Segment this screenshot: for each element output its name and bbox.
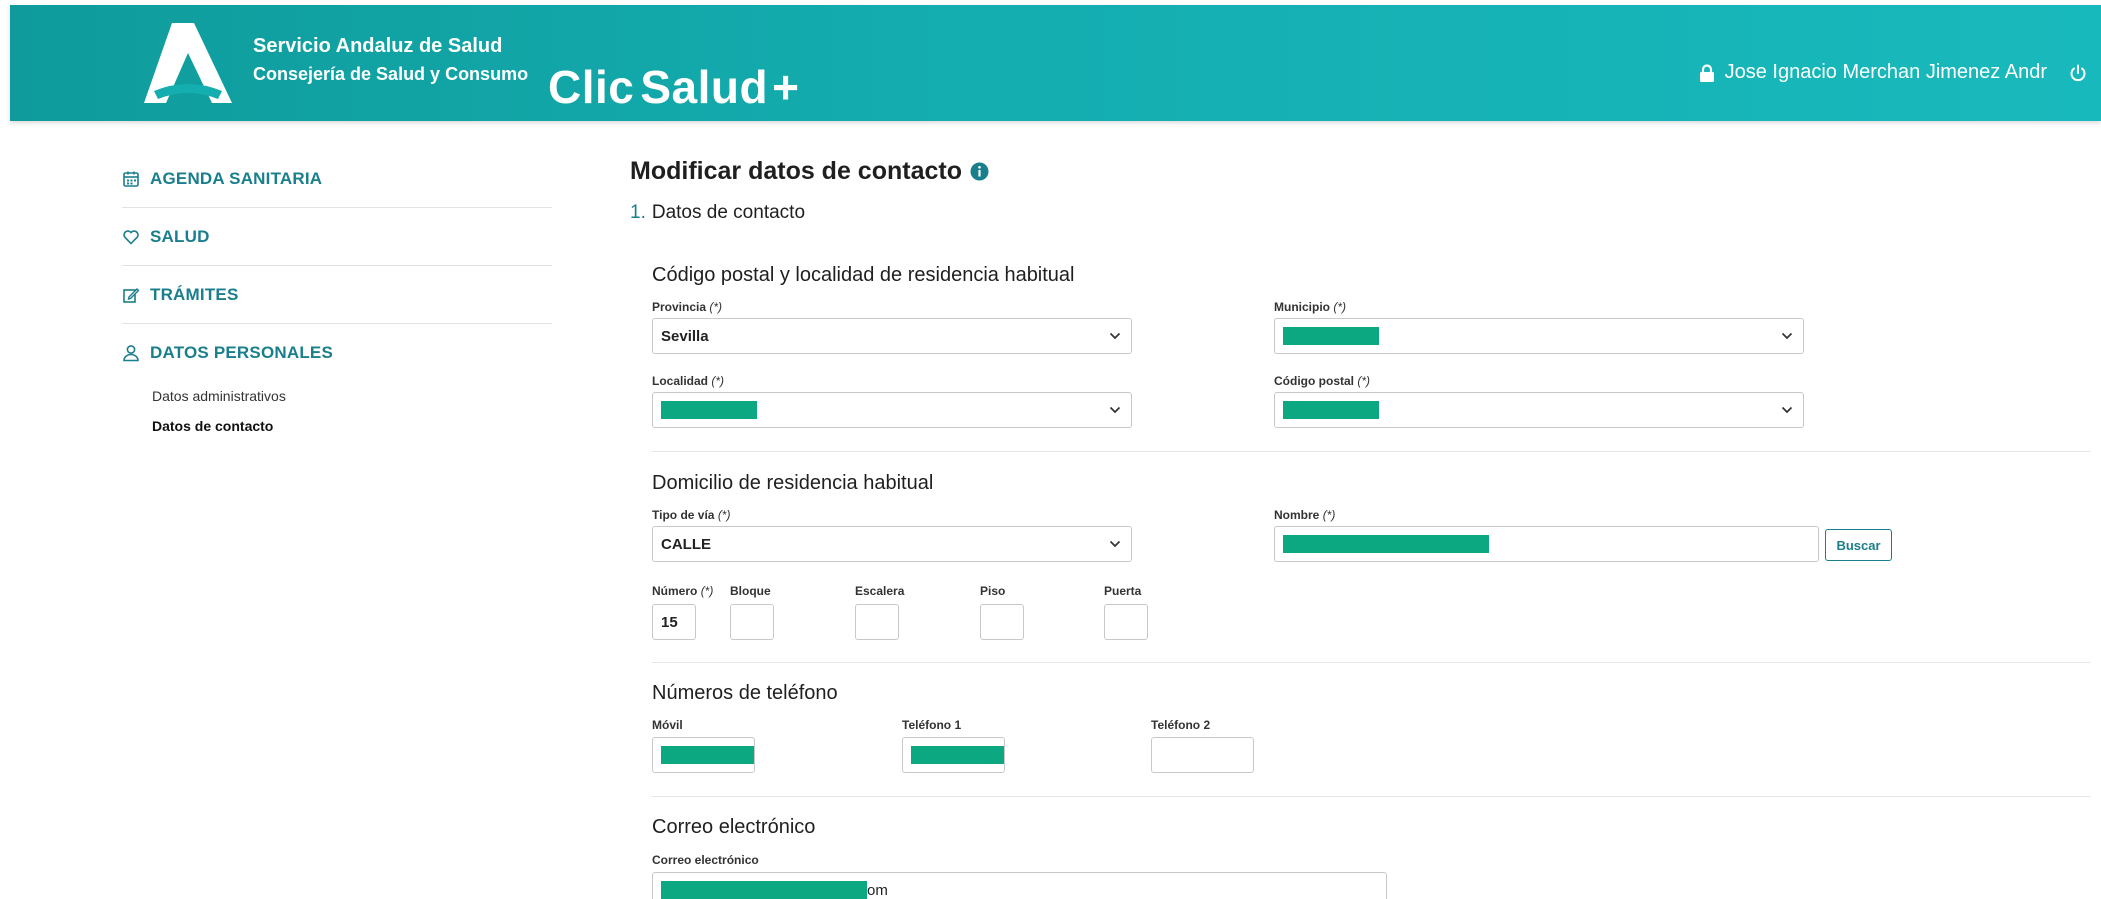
piso-label: Piso xyxy=(980,584,1006,598)
section-divider xyxy=(652,796,2090,797)
municipio-label: Municipio (*) xyxy=(1274,300,1347,314)
user-name[interactable]: Jose Ignacio Merchan Jimenez Andr xyxy=(1725,61,2047,84)
localidad-select[interactable] xyxy=(652,392,1132,428)
municipio-select[interactable] xyxy=(1274,318,1804,354)
movil-label: Móvil xyxy=(652,718,683,732)
clicsalud-brand[interactable]: Clic Salud+ xyxy=(548,60,800,114)
email-input[interactable]: om xyxy=(652,872,1387,899)
step-indicator: 1. Datos de contacto xyxy=(630,198,2090,228)
sidebar: AGENDA SANITARIA SALUD TRÁMITES DATOS PE… xyxy=(122,150,552,448)
calendar-icon xyxy=(123,171,139,187)
datos-personales-submenu: Datos administrativos Datos de contacto xyxy=(122,388,552,434)
junta-andalucia-logo xyxy=(144,23,232,103)
heart-icon xyxy=(123,229,139,244)
localidad-label: Localidad (*) xyxy=(652,374,725,388)
chevron-down-icon xyxy=(1109,332,1121,340)
step-number: 1. xyxy=(630,202,646,223)
provincia-label: Provincia (*) xyxy=(652,300,723,314)
section-title-phones: Números de teléfono xyxy=(652,682,838,704)
buscar-button[interactable]: Buscar xyxy=(1825,529,1892,561)
subnav-datos-contacto[interactable]: Datos de contacto xyxy=(152,418,552,434)
step-label: Datos de contacto xyxy=(651,202,806,223)
bloque-label: Bloque xyxy=(730,584,771,598)
redacted-value xyxy=(1283,401,1379,419)
tipo-via-label: Tipo de vía (*) xyxy=(652,508,731,522)
telefono2-label: Teléfono 2 xyxy=(1151,718,1211,732)
power-icon[interactable] xyxy=(2069,64,2087,82)
sidebar-item-label: AGENDA SANITARIA xyxy=(150,168,323,188)
nombre-input[interactable] xyxy=(1274,526,1819,562)
brand-plus: + xyxy=(772,61,800,113)
org-department: Consejería de Salud y Consumo xyxy=(253,64,529,84)
piso-input[interactable] xyxy=(980,604,1024,640)
chevron-down-icon xyxy=(1781,332,1793,340)
codigo-postal-label: Código postal (*) xyxy=(1274,374,1371,388)
nombre-label: Nombre (*) xyxy=(1274,508,1336,522)
redacted-value xyxy=(911,746,1004,764)
escalera-label: Escalera xyxy=(855,584,905,598)
brand-part2: Salud xyxy=(640,61,769,113)
sidebar-item-agenda[interactable]: AGENDA SANITARIA xyxy=(122,150,552,208)
sidebar-item-label: SALUD xyxy=(150,226,210,246)
section-title-residence: Código postal y localidad de residencia … xyxy=(652,264,1075,286)
redacted-value xyxy=(661,401,757,419)
main-content: Modificar datos de contacto 1. Datos de … xyxy=(630,150,2090,899)
telefono1-input[interactable] xyxy=(902,737,1005,773)
app-header: Servicio Andaluz de Salud Consejería de … xyxy=(10,5,2101,121)
email-visible-suffix: om xyxy=(867,881,888,899)
numero-value: 15 xyxy=(661,613,678,631)
numero-label: Número (*) xyxy=(652,584,714,598)
email-label: Correo electrónico xyxy=(652,853,759,867)
telefono2-input[interactable] xyxy=(1151,737,1254,773)
subnav-datos-administrativos[interactable]: Datos administrativos xyxy=(152,388,552,404)
lock-icon xyxy=(1699,63,1714,82)
provincia-select[interactable]: Sevilla xyxy=(652,318,1132,354)
user-area: Jose Ignacio Merchan Jimenez Andr xyxy=(1699,61,2087,84)
chevron-down-icon xyxy=(1781,406,1793,414)
info-icon[interactable] xyxy=(970,162,989,181)
redacted-value xyxy=(661,746,754,764)
section-divider xyxy=(652,451,2090,452)
puerta-label: Puerta xyxy=(1104,584,1142,598)
sidebar-item-salud[interactable]: SALUD xyxy=(122,208,552,266)
page-title-text: Modificar datos de contacto xyxy=(630,156,962,185)
movil-input[interactable] xyxy=(652,737,755,773)
puerta-input[interactable] xyxy=(1104,604,1148,640)
telefono1-label: Teléfono 1 xyxy=(902,718,962,732)
sidebar-item-label: TRÁMITES xyxy=(150,284,239,304)
numero-input[interactable]: 15 xyxy=(652,604,696,640)
redacted-value xyxy=(661,881,867,899)
sidebar-item-tramites[interactable]: TRÁMITES xyxy=(122,266,552,324)
section-divider xyxy=(652,662,2090,663)
chevron-down-icon xyxy=(1109,540,1121,548)
chevron-down-icon xyxy=(1109,406,1121,414)
redacted-value xyxy=(1283,535,1489,553)
section-title-address: Domicilio de residencia habitual xyxy=(652,472,934,494)
escalera-input[interactable] xyxy=(855,604,899,640)
edit-icon xyxy=(123,287,140,303)
tipo-via-value: CALLE xyxy=(661,535,711,553)
brand-part1: Clic xyxy=(548,61,635,113)
section-title-email: Correo electrónico xyxy=(652,816,816,838)
sidebar-item-label: DATOS PERSONALES xyxy=(150,343,333,362)
org-name: Servicio Andaluz de Salud xyxy=(253,35,503,57)
page-title: Modificar datos de contacto xyxy=(630,150,2090,192)
sidebar-item-datos-personales[interactable]: DATOS PERSONALES xyxy=(122,324,552,382)
bloque-input[interactable] xyxy=(730,604,774,640)
redacted-value xyxy=(1283,327,1379,345)
codigo-postal-select[interactable] xyxy=(1274,392,1804,428)
tipo-via-select[interactable]: CALLE xyxy=(652,526,1132,562)
user-icon xyxy=(123,345,139,362)
provincia-value: Sevilla xyxy=(661,327,709,345)
